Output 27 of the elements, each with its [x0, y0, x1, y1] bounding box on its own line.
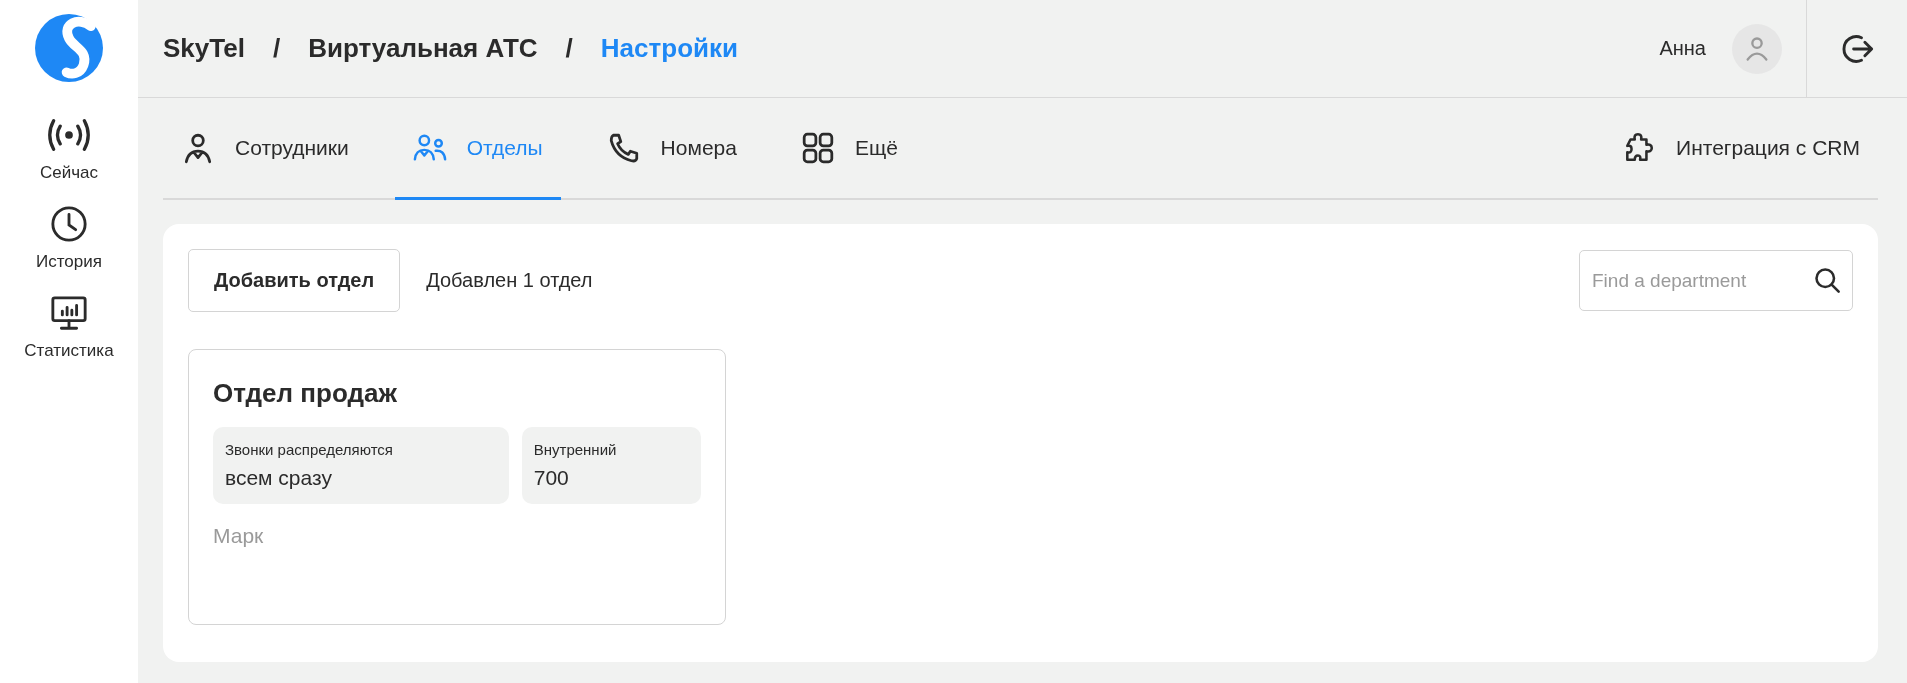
search-icon — [1813, 266, 1841, 294]
broadcast-icon — [47, 116, 91, 154]
tile-value: всем сразу — [225, 466, 333, 490]
member-list: Марк — [213, 524, 701, 548]
tile-value: 700 — [533, 466, 570, 490]
logo-icon — [35, 14, 103, 82]
user-name: Анна — [1659, 37, 1706, 60]
tile-label: Внутренний — [533, 441, 618, 458]
crm-integration-link[interactable]: Интеграция с CRM — [1604, 98, 1878, 200]
person-icon — [1743, 34, 1771, 63]
department-count: Добавлен 1 отдел — [426, 269, 593, 292]
tile-label: Звонки распределяются — [225, 441, 394, 458]
add-department-button[interactable]: Добавить отдел — [188, 249, 401, 312]
tab[interactable]: Номера — [588, 98, 755, 200]
search-field[interactable]: Find a department — [1579, 250, 1853, 311]
tab[interactable]: Сотрудники — [163, 98, 367, 200]
sidebar-item[interactable]: Сейчас — [39, 116, 98, 183]
department-card[interactable]: Отдел продаж Звонки распределяются всем сразу Внутренний 700 Марк — [188, 349, 726, 625]
sidebar-item[interactable]: Статистика — [24, 294, 114, 361]
sidebar-item[interactable]: История — [36, 205, 102, 272]
grid-icon — [800, 130, 835, 165]
department-title: Отдел продаж — [213, 378, 398, 409]
breadcrumb-link[interactable]: SkyTel — [163, 33, 245, 64]
tab[interactable]: Ещё — [782, 98, 916, 200]
breadcrumb-link[interactable]: Виртуальная АТС — [308, 33, 538, 64]
breadcrumb-separator: / — [565, 33, 573, 64]
breadcrumb-separator: / — [272, 33, 281, 64]
